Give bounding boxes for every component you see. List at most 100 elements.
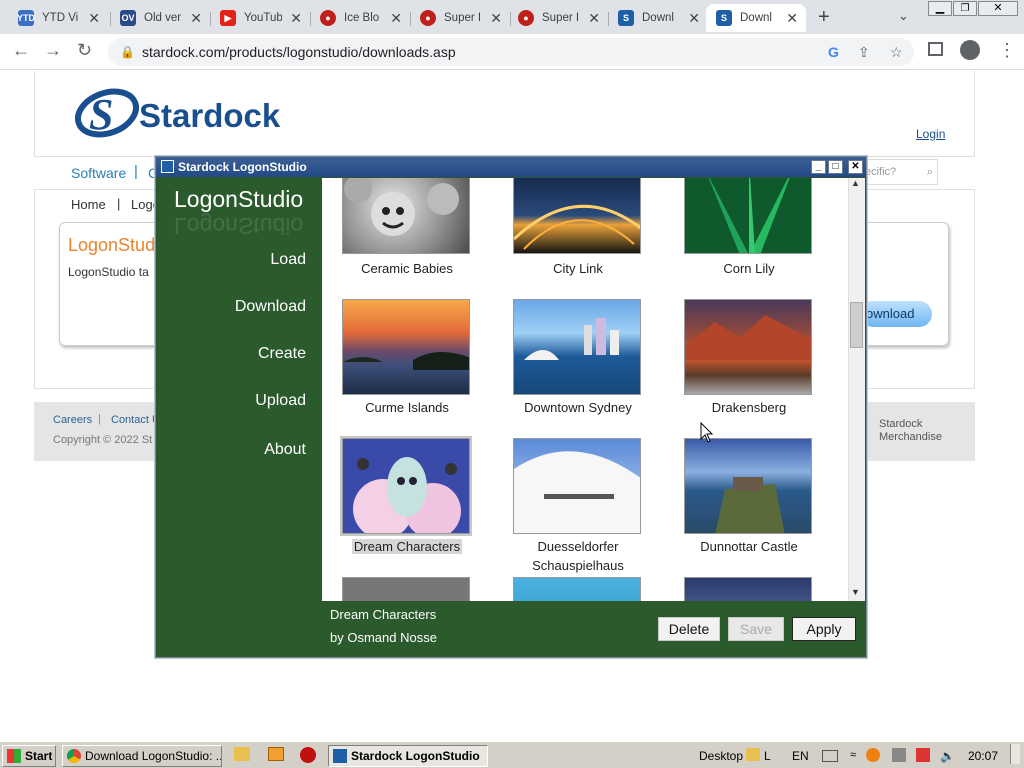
show-desktop-button[interactable] xyxy=(1010,744,1020,764)
item-caption[interactable]: Corn Lily xyxy=(664,259,834,278)
google-icon[interactable]: G xyxy=(828,38,839,66)
taskbar: Start Download LogonStudio: ... Stardock… xyxy=(0,741,1024,768)
thumbnail-partial[interactable] xyxy=(684,577,812,601)
search-icon[interactable]: ⌕ xyxy=(927,160,933,184)
item-caption[interactable]: Ceramic Babies xyxy=(322,259,492,278)
profile-avatar-icon[interactable] xyxy=(960,40,980,60)
close-tab-icon[interactable]: ✕ xyxy=(88,10,100,27)
thumbnail-corn-lily[interactable] xyxy=(684,178,812,254)
media-icon[interactable] xyxy=(268,747,284,761)
desktop-toolbar-label[interactable]: Desktop xyxy=(699,749,743,763)
share-icon[interactable]: ⇪ xyxy=(858,38,870,66)
taskbar-logonstudio-button[interactable]: Stardock LogonStudio xyxy=(328,745,488,767)
browser-tab[interactable]: ● Ice Blo ✕ xyxy=(310,4,410,32)
side-panel-icon[interactable] xyxy=(928,42,943,56)
tray-expand-icon[interactable]: ≈ xyxy=(850,749,856,761)
desktop-folder-icon[interactable] xyxy=(746,748,760,761)
footer-careers-link[interactable]: Careers xyxy=(53,414,92,426)
thumbnail-partial[interactable] xyxy=(342,577,470,601)
thumbnail-city-link[interactable] xyxy=(513,178,641,254)
restore-window-button[interactable]: ❐ xyxy=(953,1,977,16)
gallery-scrollbar[interactable]: ▲ ▼ xyxy=(848,178,865,601)
reload-icon[interactable]: ↻ xyxy=(77,40,92,61)
site-search-input[interactable]: ecific? ⌕ xyxy=(860,159,938,185)
thumbnail-drakensberg[interactable] xyxy=(684,299,812,395)
tab-search-chevron-icon[interactable]: ⌄ xyxy=(898,8,909,24)
menu-dots-icon[interactable]: ⋮ xyxy=(998,40,1016,61)
minimize-window-button[interactable]: ▁ xyxy=(928,1,952,16)
chevron-icon[interactable]: L xyxy=(764,749,771,763)
item-caption[interactable]: Dunnottar Castle xyxy=(664,537,834,556)
scrollbar-thumb[interactable] xyxy=(850,302,863,348)
stardock-logo-icon[interactable]: S xyxy=(74,85,140,141)
clock[interactable]: 20:07 xyxy=(968,749,998,763)
item-caption[interactable]: Downtown Sydney xyxy=(493,398,663,417)
browser-tab[interactable]: OV Old ver ✕ xyxy=(110,4,210,32)
nav-download[interactable]: Download xyxy=(235,298,306,316)
delete-button[interactable]: Delete xyxy=(658,617,720,641)
browser-tab[interactable]: ● Super I ✕ xyxy=(508,4,608,32)
thumbnail-downtown-sydney[interactable] xyxy=(513,299,641,395)
keyboard-icon[interactable] xyxy=(822,750,838,762)
close-tab-icon[interactable]: ✕ xyxy=(190,10,202,27)
thumbnail-dream-characters[interactable] xyxy=(340,436,472,536)
thumbnail-curme-islands[interactable] xyxy=(342,299,470,395)
nav-create[interactable]: Create xyxy=(258,345,306,363)
bookmark-star-icon[interactable]: ☆ xyxy=(890,38,903,66)
browser-tab[interactable]: YTD YTD Vi ✕ xyxy=(8,4,108,32)
close-tab-icon[interactable]: ✕ xyxy=(490,10,502,27)
item-caption-selected[interactable]: Dream Characters xyxy=(322,537,492,556)
browser-tab[interactable]: ● Super I ✕ xyxy=(410,4,510,32)
thumbnail-ceramic-babies[interactable] xyxy=(342,178,470,254)
browser-tab-active[interactable]: S Downl ✕ xyxy=(706,4,806,32)
close-window-button[interactable]: ✕ xyxy=(978,1,1018,16)
download-button[interactable]: ownload xyxy=(860,301,932,327)
minimize-button[interactable]: _ xyxy=(811,160,826,174)
item-caption[interactable]: Drakensberg xyxy=(664,398,834,417)
volume-icon[interactable]: 🔈 xyxy=(940,749,955,763)
thumbnail-partial[interactable] xyxy=(513,577,641,601)
folder-icon[interactable] xyxy=(234,747,250,761)
security-icon[interactable] xyxy=(916,748,930,762)
opera-icon[interactable] xyxy=(300,747,316,763)
nav-software-link[interactable]: Software xyxy=(71,165,126,181)
item-caption[interactable]: Curme Islands xyxy=(322,398,492,417)
new-tab-button[interactable]: + xyxy=(818,6,830,29)
window-titlebar[interactable]: Stardock LogonStudio _ □ ✕ xyxy=(156,157,866,177)
close-tab-icon[interactable]: ✕ xyxy=(688,10,700,27)
close-tab-icon[interactable]: ✕ xyxy=(390,10,402,27)
nav-load[interactable]: Load xyxy=(270,251,306,269)
forward-arrow-icon[interactable]: → xyxy=(44,40,62,61)
scroll-up-icon[interactable]: ▲ xyxy=(851,178,860,188)
close-tab-icon[interactable]: ✕ xyxy=(290,10,302,27)
nav-about[interactable]: About xyxy=(264,441,306,459)
footer-contact-link[interactable]: Contact U xyxy=(111,414,160,426)
start-button[interactable]: Start xyxy=(2,745,56,767)
address-bar[interactable]: 🔒 stardock.com/products/logonstudio/down… xyxy=(108,38,914,66)
item-caption[interactable]: Duesseldorfer Schauspielhaus xyxy=(493,537,663,575)
merch-link-line2[interactable]: Merchandise xyxy=(879,431,942,443)
back-arrow-icon[interactable]: ← xyxy=(12,40,30,61)
close-tab-icon[interactable]: ✕ xyxy=(786,10,798,27)
login-link[interactable]: Login xyxy=(916,127,945,141)
tray-app-icon[interactable] xyxy=(866,748,880,762)
breadcrumb-home[interactable]: Home xyxy=(71,197,106,212)
browser-tab[interactable]: ▶ YouTub ✕ xyxy=(210,4,310,32)
save-button[interactable]: Save xyxy=(728,617,784,641)
taskbar-chrome-button[interactable]: Download LogonStudio: ... xyxy=(62,745,222,767)
item-caption[interactable]: City Link xyxy=(493,259,663,278)
nav-upload[interactable]: Upload xyxy=(255,392,306,410)
thumbnail-duesseldorfer-schauspielhaus[interactable] xyxy=(513,438,641,534)
merch-link[interactable]: Stardock xyxy=(879,418,922,430)
close-button[interactable]: ✕ xyxy=(848,160,863,174)
language-indicator[interactable]: EN xyxy=(792,749,809,763)
thumbnail-dunnottar-castle[interactable] xyxy=(684,438,812,534)
lock-icon: 🔒 xyxy=(120,45,135,59)
browser-tab[interactable]: S Downl ✕ xyxy=(608,4,708,32)
apply-button[interactable]: Apply xyxy=(792,617,856,641)
network-icon[interactable] xyxy=(892,748,906,762)
scroll-down-icon[interactable]: ▼ xyxy=(851,587,860,597)
close-tab-icon[interactable]: ✕ xyxy=(588,10,600,27)
tab-title: Super I xyxy=(542,12,580,24)
maximize-button[interactable]: □ xyxy=(828,160,843,174)
